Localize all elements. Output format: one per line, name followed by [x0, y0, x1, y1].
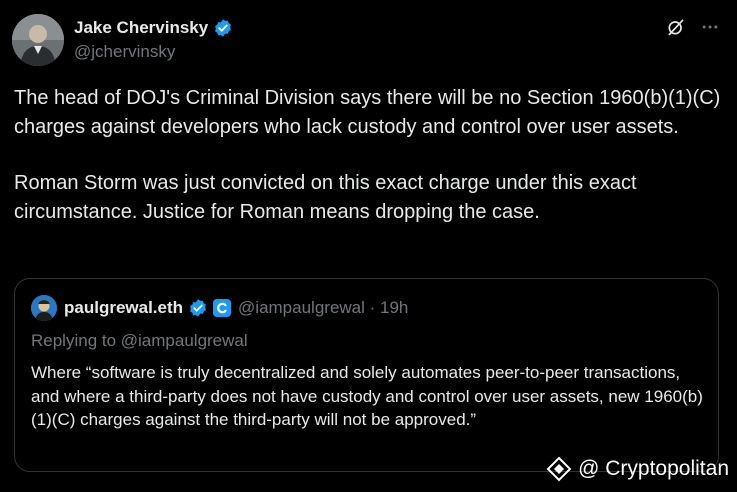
affiliation-badge-icon[interactable]: [213, 299, 232, 317]
replying-to: Replying to @iampaulgrewal: [31, 331, 248, 350]
verified-badge-icon: [188, 298, 208, 318]
author-handle[interactable]: @jchervinsky: [74, 42, 233, 62]
author-display-name[interactable]: Jake Chervinsky: [74, 18, 208, 38]
tweet-body: The head of DOJ's Criminal Division says…: [14, 84, 726, 226]
author-info: Jake Chervinsky @jchervinsky: [74, 16, 233, 62]
cryptopolitan-logo-icon: [546, 456, 572, 482]
quoted-text: Where “software is truly decentralized a…: [31, 363, 703, 429]
quoted-tweet[interactable]: paulgrewal.eth @iampaulgrewal · 19h Repl…: [14, 278, 719, 472]
watermark: @ Cryptopolitan: [546, 456, 729, 482]
more-options-icon[interactable]: [699, 16, 721, 38]
quoted-author-avatar[interactable]: [31, 295, 57, 321]
tweet-paragraph: Roman Storm was just convicted on this e…: [14, 172, 637, 223]
tweet-card: Jake Chervinsky @jchervinsky The head of…: [0, 0, 737, 492]
tweet-actions-top: [665, 16, 721, 38]
grok-icon[interactable]: [665, 16, 687, 38]
quoted-display-name[interactable]: paulgrewal.eth: [64, 298, 183, 318]
quoted-header: paulgrewal.eth @iampaulgrewal · 19h: [31, 295, 408, 321]
quoted-handle-time[interactable]: @iampaulgrewal · 19h: [238, 298, 408, 318]
watermark-text: @ Cryptopolitan: [578, 457, 729, 480]
author-avatar[interactable]: [12, 14, 64, 66]
tweet-paragraph: The head of DOJ's Criminal Division says…: [14, 87, 721, 138]
verified-badge-icon: [213, 18, 233, 38]
